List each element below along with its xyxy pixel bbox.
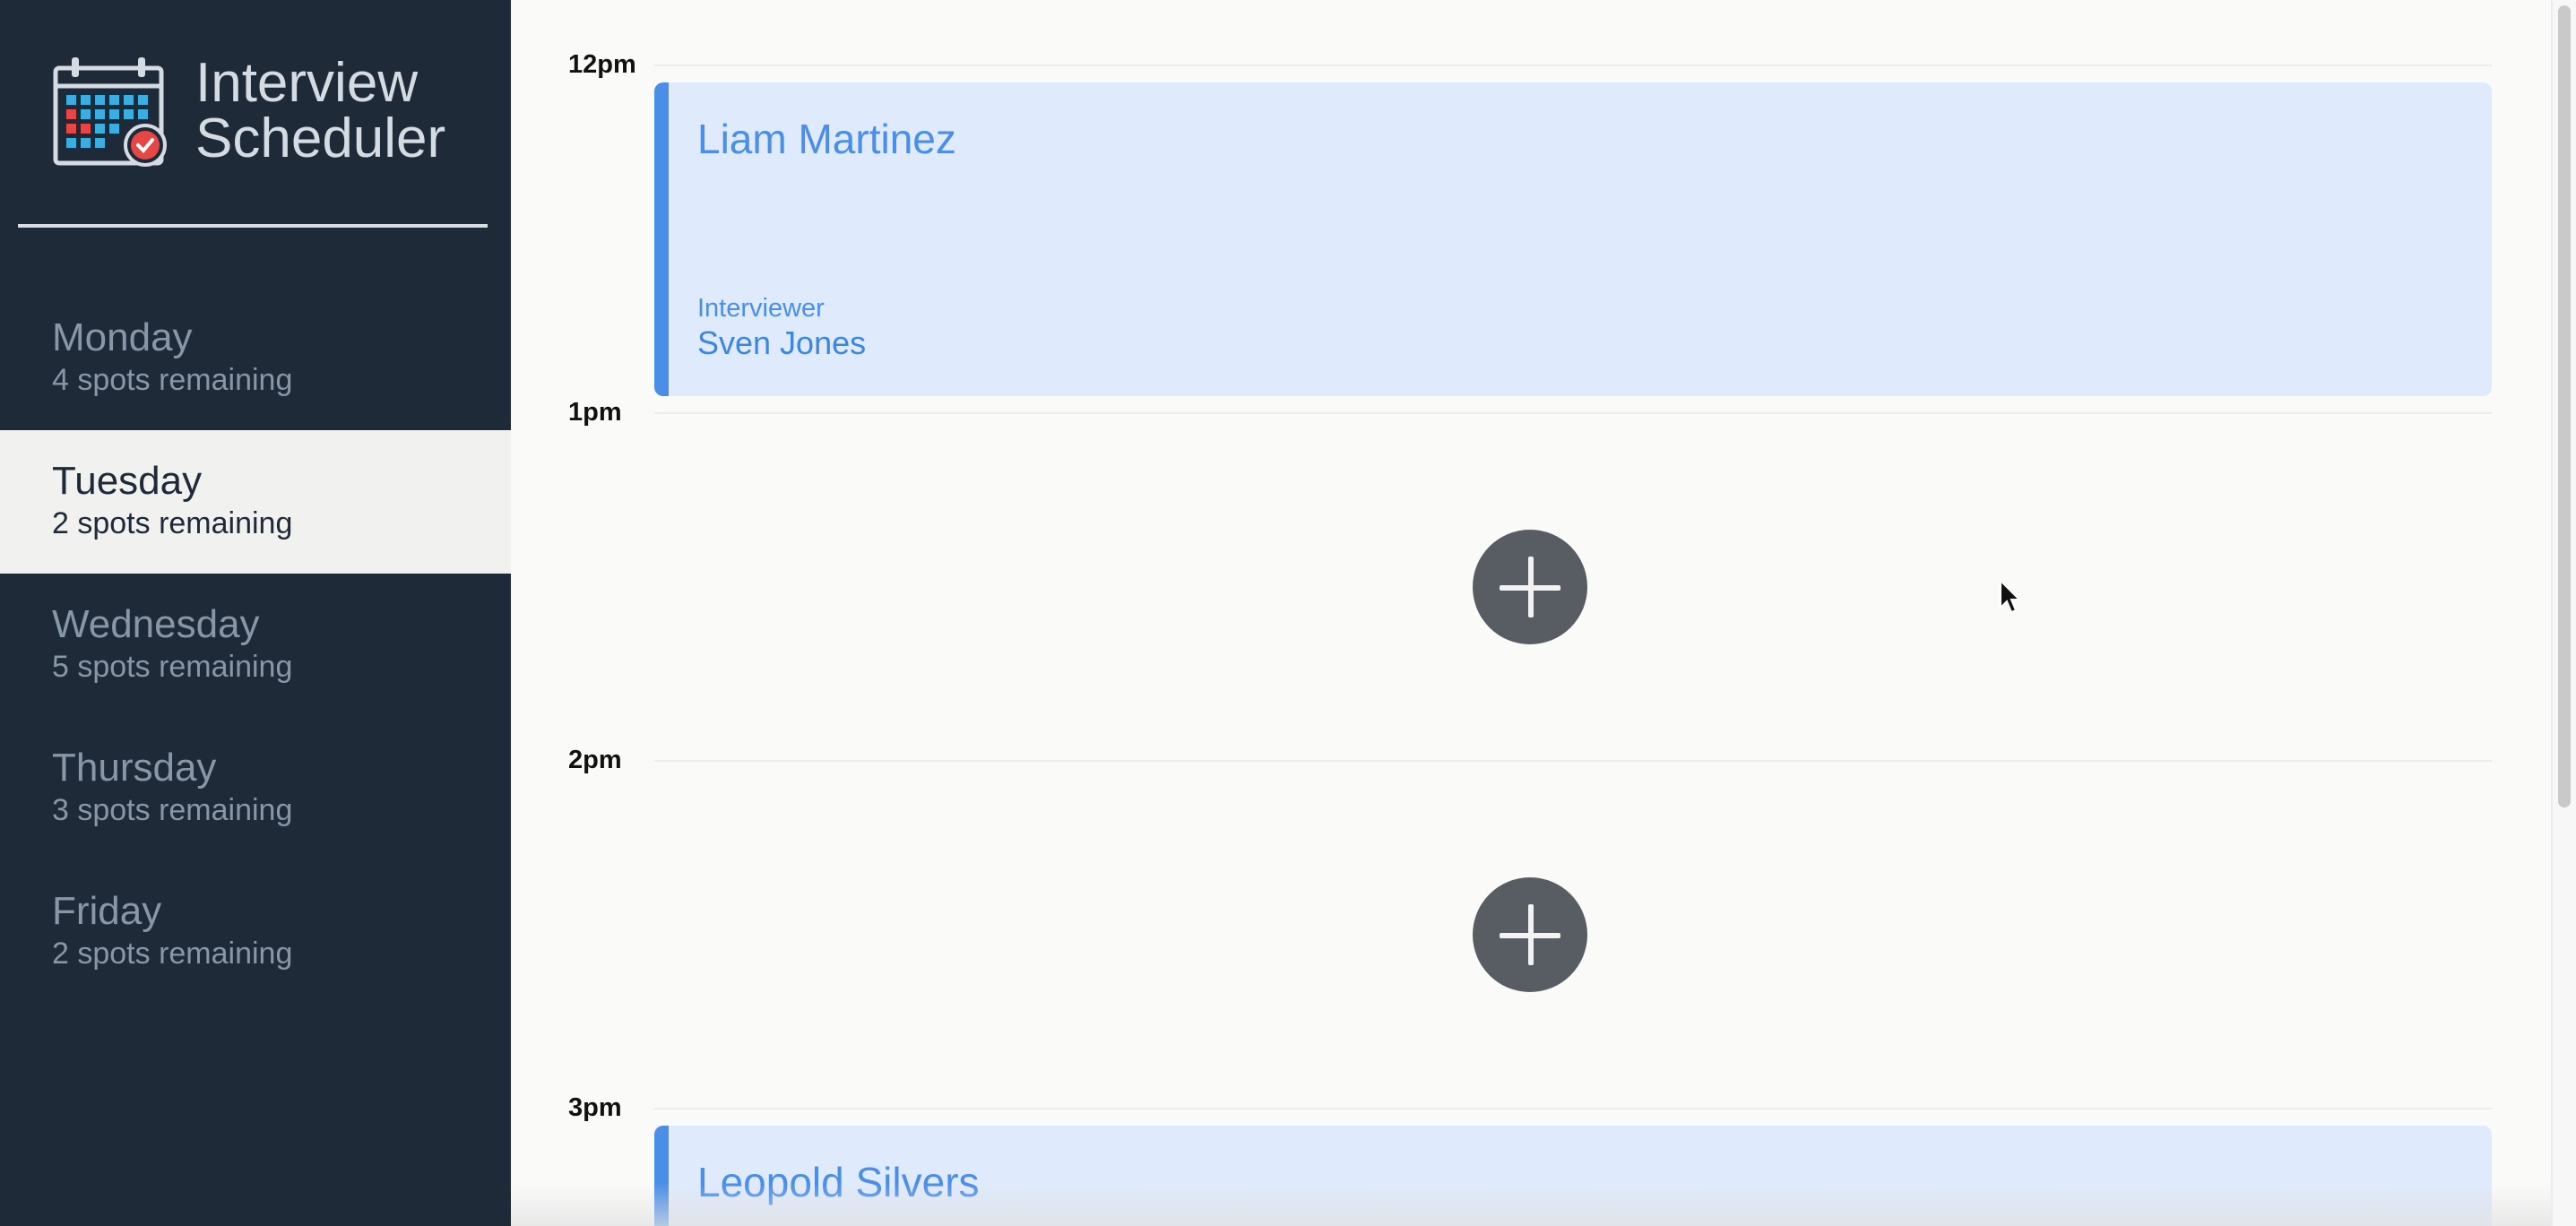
app-title-line1: Interview (195, 52, 419, 114)
day-spots: 2 spots remaining (52, 937, 293, 971)
hour-divider (654, 1108, 2492, 1109)
hour-label-3pm: 3pm (568, 1093, 622, 1122)
scroll-fade (511, 1183, 2551, 1226)
sidebar-divider (18, 224, 488, 228)
day-item-tuesday[interactable]: Tuesday 2 spots remaining (0, 430, 511, 574)
hour-label-1pm: 1pm (568, 398, 622, 427)
hour-divider (654, 760, 2492, 762)
scrollbar[interactable] (2551, 0, 2576, 1226)
day-name: Friday (52, 889, 162, 933)
hour-divider (654, 412, 2492, 414)
day-list: Monday 4 spots remaining Tuesday 2 spots… (0, 287, 511, 1004)
day-item-wednesday[interactable]: Wednesday 5 spots remaining (0, 574, 511, 717)
add-appointment-button[interactable] (1473, 530, 1587, 644)
day-spots: 3 spots remaining (52, 793, 293, 827)
mouse-cursor-icon (2000, 579, 2022, 614)
student-name: Liam Martinez (697, 116, 956, 162)
day-spots: 2 spots remaining (52, 506, 293, 540)
day-item-friday[interactable]: Friday 2 spots remaining (0, 860, 511, 1004)
calendar-check-icon (53, 57, 167, 167)
day-item-monday[interactable]: Monday 4 spots remaining (0, 287, 511, 430)
day-name: Wednesday (52, 602, 260, 646)
brand: Interview Scheduler (52, 56, 445, 167)
appointment-card[interactable]: Liam Martinez Interviewer Sven Jones (654, 82, 2492, 396)
schedule: 12pm Liam Martinez Interviewer Sven Jone… (511, 0, 2551, 1226)
plus-icon (1500, 557, 1560, 617)
day-name: Monday (52, 315, 193, 359)
day-spots: 4 spots remaining (52, 363, 293, 397)
sidebar: Interview Scheduler Monday 4 spots remai… (0, 0, 511, 1226)
app-title: Interview Scheduler (195, 56, 445, 167)
hour-divider (654, 65, 2492, 66)
day-spots: 5 spots remaining (52, 650, 293, 684)
hour-label-2pm: 2pm (568, 746, 622, 774)
plus-icon (1500, 904, 1560, 965)
day-name: Tuesday (52, 459, 203, 503)
app-root: Interview Scheduler Monday 4 spots remai… (0, 0, 2576, 1226)
add-appointment-button[interactable] (1473, 877, 1587, 992)
scrollbar-thumb[interactable] (2558, 5, 2571, 807)
hour-label-12pm: 12pm (568, 50, 636, 79)
interviewer-name: Sven Jones (697, 324, 867, 361)
day-item-thursday[interactable]: Thursday 3 spots remaining (0, 717, 511, 860)
interviewer-label: Interviewer (697, 294, 825, 323)
app-title-line2: Scheduler (195, 108, 446, 169)
day-name: Thursday (52, 746, 217, 790)
